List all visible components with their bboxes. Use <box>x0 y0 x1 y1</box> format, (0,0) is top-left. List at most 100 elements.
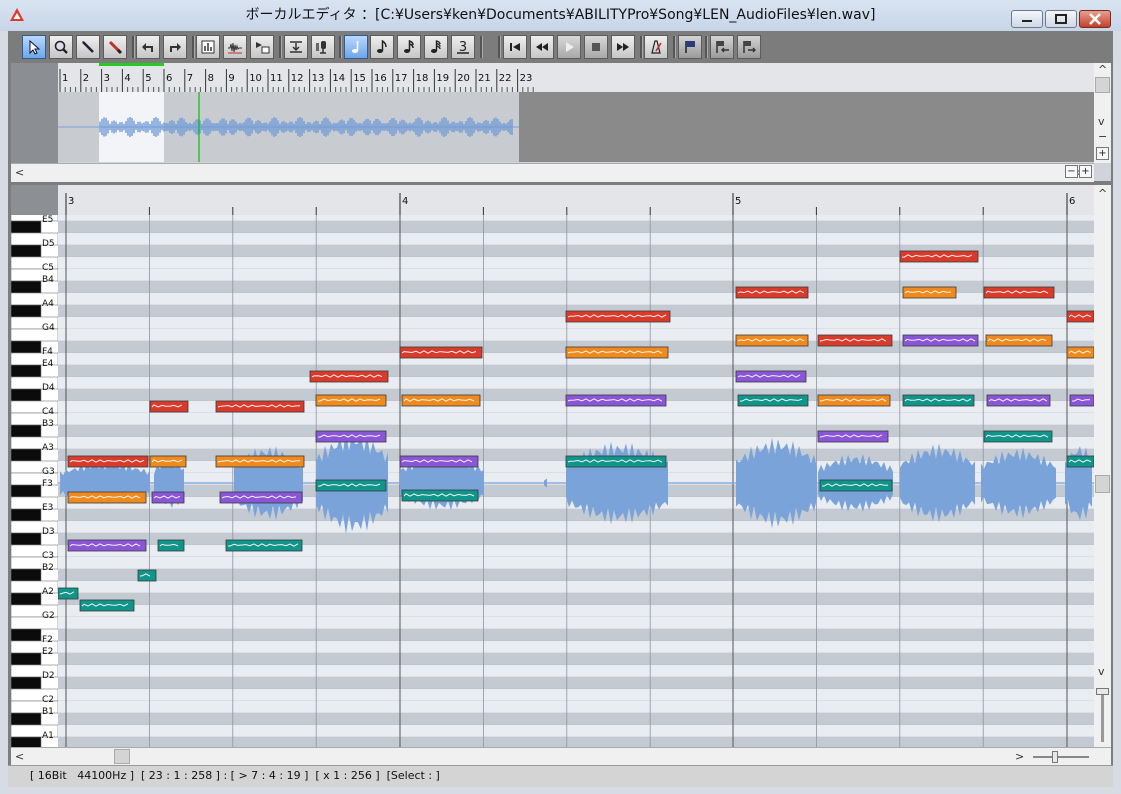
piano-keyboard[interactable]: E5 D5 C5 B4 A4 G4 F4 E4 D4 C4 B3 A3 G3 F3 E3 D3 C3 B2 A2 G2… <box>11 215 58 747</box>
overview-zoom-out-button[interactable]: − <box>1065 165 1078 178</box>
marker-flag-button[interactable] <box>678 35 702 59</box>
note-harmony-purple[interactable] <box>151 491 185 504</box>
overview-measure-label: 22 <box>499 73 512 84</box>
black-key[interactable] <box>11 652 42 666</box>
measure-label: 4 <box>402 196 408 207</box>
black-key[interactable] <box>11 424 42 438</box>
eighth-note-button[interactable] <box>370 35 394 59</box>
fast-forward-button[interactable] <box>611 35 635 59</box>
horizontal-zoom-handle[interactable] <box>1052 751 1058 763</box>
eraser-button[interactable] <box>103 35 127 59</box>
rewind-button[interactable] <box>530 35 554 59</box>
overview-measure-label: 17 <box>395 73 408 84</box>
scroll-up-icon[interactable]: ^ <box>1098 187 1107 201</box>
pitch-row <box>58 641 1094 653</box>
close-icon <box>1089 13 1101 25</box>
black-key[interactable] <box>11 304 42 318</box>
rewind-to-start-icon <box>510 43 520 51</box>
black-key[interactable] <box>11 628 42 642</box>
black-key[interactable] <box>11 244 42 258</box>
editor-vertical-scrollbar[interactable]: ^ v <box>1094 185 1111 747</box>
black-key[interactable] <box>11 280 42 294</box>
overview-zoom-in-button[interactable]: + <box>1079 165 1092 178</box>
toolbar-separator <box>192 36 195 58</box>
black-key[interactable] <box>11 592 42 606</box>
key-label: C3 <box>42 551 54 561</box>
overview-vzoom-in-button[interactable]: + <box>1096 147 1109 160</box>
scroll-left-icon[interactable]: < <box>15 750 24 764</box>
zoom-button[interactable] <box>49 35 73 59</box>
editor-vscroll-thumb[interactable] <box>1095 475 1110 493</box>
toolbar-separator <box>705 36 708 58</box>
vertical-zoom-slider[interactable] <box>1101 690 1104 742</box>
note-harmony-teal[interactable] <box>157 539 185 552</box>
window-title: ボーカルエディタ ：[C:¥Users¥ken¥Documents¥ABILIT… <box>245 7 876 23</box>
overview-measure-label: 11 <box>270 73 283 84</box>
black-key[interactable] <box>11 364 42 378</box>
black-key[interactable] <box>11 532 42 546</box>
overview-ruler[interactable]: 1 2 3 4 5 6 7 8 9 10 11 12 13 14 15 16 17 18 19 20 21 22 23 <box>58 63 1094 93</box>
redo-button[interactable] <box>163 35 187 59</box>
editor-hscroll-thumb[interactable] <box>114 749 130 764</box>
pitch-row <box>58 665 1094 677</box>
undo-button[interactable] <box>136 35 160 59</box>
editor-ruler[interactable]: 3 4 5 6 <box>58 185 1094 216</box>
black-key[interactable] <box>11 388 42 402</box>
scroll-left-icon[interactable]: < <box>15 166 24 180</box>
key-label: D2 <box>42 671 55 681</box>
overview-measure-label: 4 <box>124 73 130 84</box>
maximize-button[interactable] <box>1045 10 1077 28</box>
bar-graph-icon <box>201 40 215 54</box>
mic-settings-button[interactable] <box>311 35 335 59</box>
thirty-second-note-button[interactable] <box>424 35 448 59</box>
scroll-up-icon[interactable]: ^ <box>1098 63 1107 77</box>
scroll-down-icon[interactable]: v <box>1098 115 1105 129</box>
editor-horizontal-scrollbar[interactable]: < > <box>11 747 1111 766</box>
bar-graph-button[interactable] <box>196 35 220 59</box>
overview-measure-label: 13 <box>312 73 325 84</box>
quarter-note-icon <box>352 41 359 53</box>
zoom-minus-icon[interactable]: − <box>1098 130 1107 144</box>
overview-horizontal-scrollbar[interactable]: < > <box>11 163 1094 182</box>
overview-waveform-area[interactable] <box>58 92 1094 162</box>
select-arrow-button[interactable] <box>22 35 46 59</box>
key-label: E3 <box>42 503 53 513</box>
metronome-button[interactable] <box>644 35 668 59</box>
grid-snap-button[interactable] <box>250 35 274 59</box>
black-key[interactable] <box>11 340 42 354</box>
note-grid[interactable] <box>58 215 1094 747</box>
close-button[interactable] <box>1079 10 1111 28</box>
horizontal-zoom-slider[interactable] <box>1033 756 1089 758</box>
scroll-down-icon[interactable]: v <box>1098 665 1105 679</box>
measure-label: 3 <box>68 196 74 207</box>
play-button[interactable] <box>557 35 581 59</box>
overview-loop-range[interactable] <box>99 63 164 66</box>
overview-vertical-scrollbar[interactable]: ^ v − + <box>1094 63 1111 163</box>
sixteenth-note-button[interactable] <box>397 35 421 59</box>
editor-ruler-marks: 3 4 5 6 <box>65 193 1075 215</box>
note-harmony-orange[interactable] <box>401 394 481 407</box>
rewind-to-start-button[interactable] <box>503 35 527 59</box>
minimize-button[interactable] <box>1011 10 1043 28</box>
black-key[interactable] <box>11 508 42 522</box>
note-lead[interactable] <box>817 334 893 347</box>
black-key[interactable] <box>11 484 42 498</box>
stop-button[interactable] <box>584 35 608 59</box>
black-key[interactable] <box>11 736 42 747</box>
triplet-button[interactable]: 3 <box>451 35 475 59</box>
black-key[interactable] <box>11 568 42 582</box>
black-key[interactable] <box>11 448 42 462</box>
quarter-note-button[interactable] <box>344 35 368 59</box>
pencil-button[interactable] <box>76 35 100 59</box>
marker-next-button[interactable] <box>737 35 761 59</box>
black-key[interactable] <box>11 712 42 726</box>
waveform-button[interactable] <box>223 35 247 59</box>
pitch-row <box>58 677 1094 689</box>
quantize-button[interactable] <box>284 35 308 59</box>
overview-vscroll-thumb[interactable] <box>1095 77 1110 93</box>
vertical-zoom-handle[interactable] <box>1096 688 1109 695</box>
scroll-right-icon[interactable]: > <box>1015 750 1024 764</box>
black-key[interactable] <box>11 676 42 690</box>
black-key[interactable] <box>11 220 42 234</box>
marker-prev-button[interactable] <box>710 35 734 59</box>
